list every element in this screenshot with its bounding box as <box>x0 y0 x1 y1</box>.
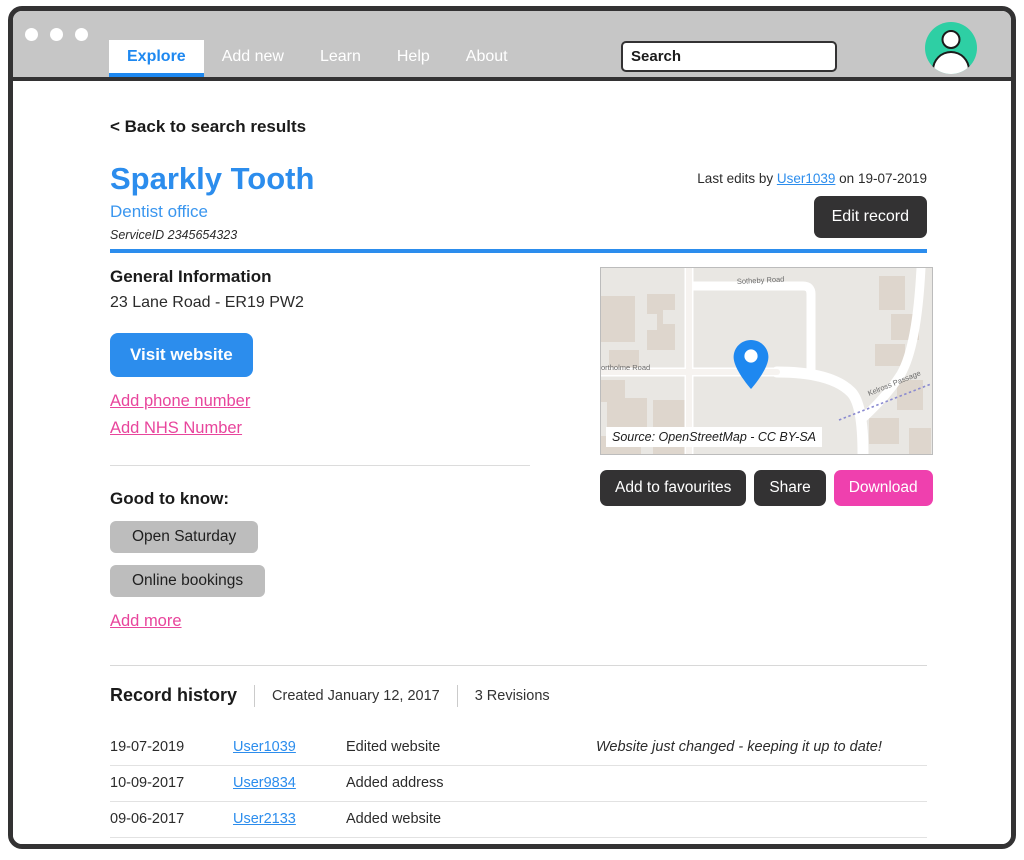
history-note: Website just changed - keeping it up to … <box>596 729 927 766</box>
history-date: 19-07-2019 <box>110 729 233 766</box>
content-container: < Back to search results Sparkly Tooth D… <box>110 81 933 849</box>
nav-item-learn-label: Learn <box>319 48 361 65</box>
window-close-dot-icon[interactable] <box>25 28 38 41</box>
history-action: Added address <box>346 765 596 802</box>
tag-online-bookings: Online bookings <box>110 564 266 597</box>
last-edit-suffix: on 19-07-2019 <box>839 171 927 186</box>
nav-item-help[interactable]: Help <box>379 40 448 77</box>
history-note <box>596 765 927 802</box>
window-controls <box>25 28 88 41</box>
nav-item-explore[interactable]: Explore <box>109 40 204 77</box>
good-to-know-heading: Good to know: <box>110 488 229 508</box>
add-nhs-number-link[interactable]: Add NHS Number <box>110 419 597 438</box>
nav-item-about-label: About <box>465 48 508 65</box>
page-body: < Back to search results Sparkly Tooth D… <box>13 81 1011 849</box>
detail-columns: General Information 23 Lane Road - ER19 … <box>110 266 933 631</box>
avatar-body-shape <box>932 51 970 74</box>
record-subtitle: Dentist office <box>110 201 208 221</box>
last-edit-user-link[interactable]: User1039 <box>777 171 836 186</box>
history-user: User1039 <box>233 729 346 766</box>
nav-item-add-new[interactable]: Add new <box>204 40 302 77</box>
search-input[interactable] <box>623 43 835 70</box>
svg-text:ortholme Road: ortholme Road <box>601 363 650 372</box>
history-note <box>596 801 927 838</box>
history-action: Added website <box>346 801 596 838</box>
add-more-link[interactable]: Add more <box>110 612 597 631</box>
history-date: 12-01-2017 <box>110 837 233 844</box>
edit-record-button[interactable]: Edit record <box>813 196 927 238</box>
header-separator <box>254 684 256 707</box>
search-box[interactable] <box>621 41 837 72</box>
record-created-date: Created January 12, 2017 <box>272 687 440 704</box>
history-user-link[interactable]: User2133 <box>233 847 296 849</box>
nav-item-explore-label: Explore <box>127 48 186 65</box>
map-action-buttons: Add to favourites Share Download <box>600 469 936 506</box>
record-history-header: Record history Created January 12, 2017 … <box>110 684 927 707</box>
nav-item-help-label: Help <box>396 48 430 65</box>
map-attribution: Source: OpenStreetMap - CC BY-SA <box>606 426 823 447</box>
table-row: 09-06-2017 User2133 Added website <box>110 801 927 838</box>
app-root: Explore Add new Learn Help About < Back … <box>0 0 1024 860</box>
title-divider <box>110 248 927 253</box>
add-to-favourites-button[interactable]: Add to favourites <box>600 469 747 506</box>
nav-item-add-new-label: Add new <box>221 48 284 65</box>
tag-wrapper: Online bookings <box>110 553 597 597</box>
add-phone-number-link[interactable]: Add phone number <box>110 392 597 411</box>
last-edit-info: Last edits by User1039 on 19-07-2019 <box>697 171 927 186</box>
record-history-divider <box>110 664 927 666</box>
nav-item-about[interactable]: About <box>448 40 526 77</box>
table-row: 12-01-2017 User2133 Initial Record Creat… <box>110 837 927 849</box>
history-date: 10-09-2017 <box>110 765 233 802</box>
general-section-divider <box>110 464 530 466</box>
record-history-table: 19-07-2019 User1039 Edited website Websi… <box>110 729 927 849</box>
history-date: 09-06-2017 <box>110 801 233 838</box>
download-button[interactable]: Download <box>833 469 933 506</box>
map-section: Sotheby Road ortholme Road Kelross Passa… <box>597 266 936 631</box>
history-user-link[interactable]: User9834 <box>233 775 296 791</box>
history-action: Initial Record Created <box>346 837 596 844</box>
history-action: Edited website <box>346 729 596 766</box>
history-user-link[interactable]: User2133 <box>233 811 296 827</box>
general-information-heading: General Information <box>110 266 272 286</box>
tag-wrapper: Open Saturday <box>110 509 597 553</box>
user-avatar-icon[interactable] <box>925 22 977 74</box>
tag-open-saturday: Open Saturday <box>110 520 259 553</box>
avatar-head-shape <box>941 30 961 49</box>
location-map[interactable]: Sotheby Road ortholme Road Kelross Passa… <box>600 266 933 455</box>
table-row: 19-07-2019 User1039 Edited website Websi… <box>110 729 927 766</box>
history-note <box>596 837 927 844</box>
history-user: User2133 <box>233 837 346 849</box>
browser-window: Explore Add new Learn Help About < Back … <box>8 6 1016 849</box>
back-to-search-results-link[interactable]: < Back to search results <box>110 117 927 137</box>
window-minimize-dot-icon[interactable] <box>50 28 63 41</box>
history-user-link[interactable]: User1039 <box>233 739 296 755</box>
record-revisions-count: 3 Revisions <box>474 687 550 704</box>
record-header: Sparkly Tooth Dentist office ServiceID 2… <box>110 162 927 253</box>
history-user: User9834 <box>233 765 346 802</box>
visit-website-button[interactable]: Visit website <box>110 332 253 377</box>
header-separator <box>456 684 458 707</box>
history-user: User2133 <box>233 801 346 838</box>
last-edit-prefix: Last edits by <box>697 171 774 186</box>
main-nav: Explore Add new Learn Help About <box>109 40 526 77</box>
record-history-heading: Record history <box>110 685 238 706</box>
window-maximize-dot-icon[interactable] <box>75 28 88 41</box>
general-information-section: General Information 23 Lane Road - ER19 … <box>110 267 597 631</box>
record-service-id: ServiceID 2345654323 <box>110 227 238 242</box>
window-titlebar: Explore Add new Learn Help About <box>13 11 1011 81</box>
nav-item-learn[interactable]: Learn <box>302 40 379 77</box>
share-button[interactable]: Share <box>754 469 826 506</box>
record-address: 23 Lane Road - ER19 PW2 <box>110 293 304 311</box>
table-row: 10-09-2017 User9834 Added address <box>110 765 927 802</box>
